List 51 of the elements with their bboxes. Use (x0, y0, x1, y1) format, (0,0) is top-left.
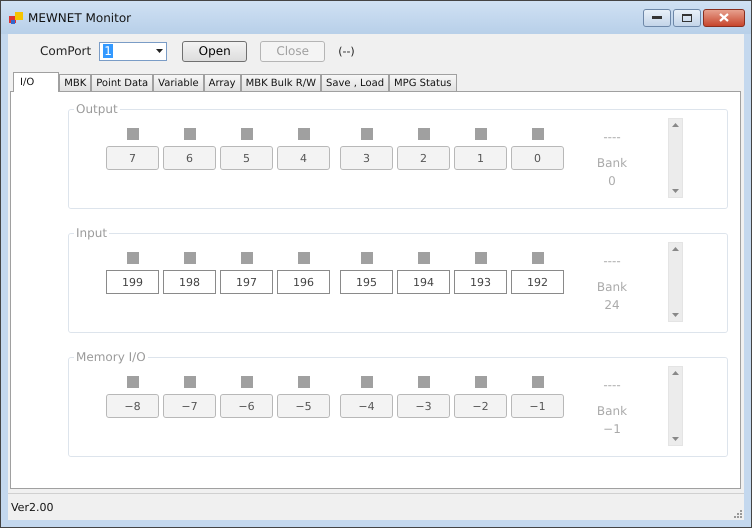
maximize-button[interactable] (673, 8, 701, 26)
tab[interactable]: MBK (59, 74, 92, 91)
bit-button[interactable]: 193 (454, 270, 507, 294)
bank-number: −1 (603, 422, 621, 436)
window-title: MEWNET Monitor (28, 10, 132, 24)
bit-button[interactable]: 194 (397, 270, 450, 294)
bank-scrollbar[interactable] (668, 118, 683, 198)
bank-label: Bank (596, 404, 628, 418)
scroll-down-icon[interactable] (672, 313, 679, 317)
scroll-down-icon[interactable] (672, 437, 679, 441)
bit-button[interactable]: 198 (163, 270, 216, 294)
group-title: Memory I/O (74, 350, 148, 364)
resize-grip-icon[interactable] (732, 508, 742, 518)
open-button[interactable]: Open (182, 40, 248, 62)
tab[interactable]: Point Data (91, 74, 154, 91)
bit-button[interactable]: 192 (511, 270, 564, 294)
minimize-button[interactable] (643, 8, 671, 26)
comport-label: ComPort (40, 44, 92, 58)
group-title: Input (74, 226, 110, 240)
scroll-down-icon[interactable] (672, 189, 679, 193)
connection-status: (--) (338, 44, 355, 58)
tab[interactable]: MBK Bulk R/W (240, 74, 321, 91)
tab[interactable]: I/O (13, 72, 60, 92)
value-readout: ---- (603, 130, 621, 144)
bit-button[interactable]: 195 (340, 270, 393, 294)
scroll-up-icon[interactable] (672, 371, 679, 375)
version-label: Ver2.00 (11, 500, 54, 514)
bank-number: 24 (604, 298, 620, 312)
value-readout: ---- (603, 254, 621, 268)
close-button[interactable] (703, 8, 745, 26)
tab[interactable]: MPG Status (389, 74, 456, 91)
app-icon (9, 10, 23, 24)
tab[interactable]: Array (204, 74, 241, 91)
bit-button[interactable]: 197 (220, 270, 273, 294)
bit-button[interactable]: 199 (106, 270, 159, 294)
bank-label: Bank (596, 156, 628, 170)
close-icon (719, 13, 729, 22)
minimize-icon (652, 16, 662, 20)
bank-scrollbar[interactable] (668, 366, 683, 446)
maximize-icon (682, 14, 692, 22)
bank-label: Bank (596, 280, 628, 294)
tab[interactable]: Save , Load (320, 74, 390, 91)
group-title: Output (74, 102, 120, 116)
tab[interactable]: Variable (153, 74, 204, 91)
bank-number: 0 (608, 174, 616, 188)
bank-scrollbar[interactable] (668, 242, 683, 322)
bit-button[interactable]: 196 (277, 270, 330, 294)
dropdown-arrow-icon (156, 49, 164, 53)
scroll-up-icon[interactable] (672, 247, 679, 251)
value-readout: ---- (603, 378, 621, 392)
scroll-up-icon[interactable] (672, 123, 679, 127)
